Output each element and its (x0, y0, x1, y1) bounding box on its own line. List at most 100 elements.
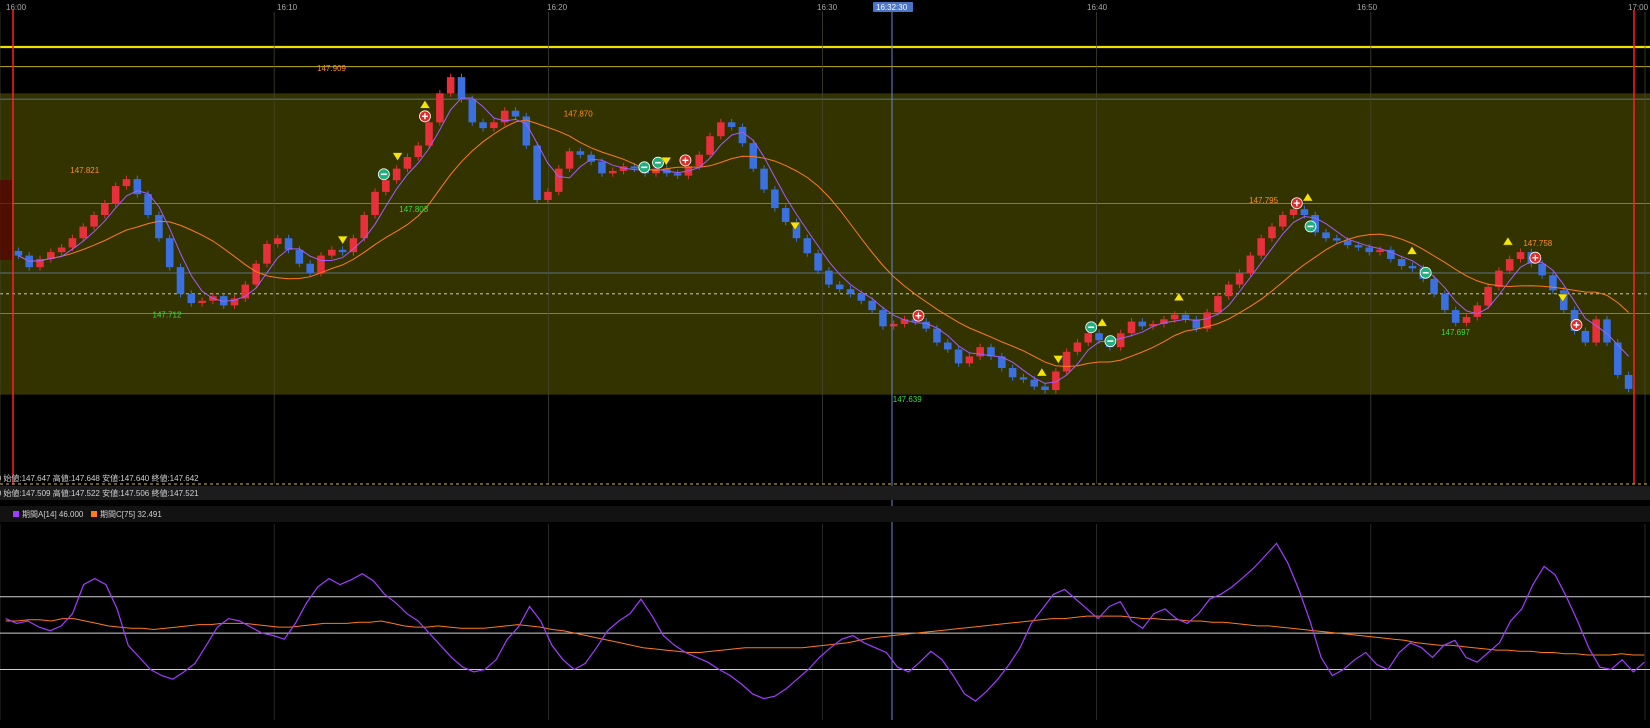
candle-body (1322, 232, 1330, 239)
candle-body (1138, 321, 1147, 327)
time-tick: 16:50 (1357, 3, 1378, 12)
candle-body (1516, 252, 1525, 260)
candle-body (760, 168, 768, 190)
candle-body (284, 238, 293, 250)
candle-body (814, 253, 822, 271)
time-tick: 16:10 (277, 3, 298, 12)
candle-body (533, 145, 541, 200)
candle-body (879, 310, 887, 327)
candle-body (673, 173, 682, 176)
candle-body (1041, 386, 1049, 391)
candle-body (1462, 317, 1471, 323)
candle-body (1084, 333, 1093, 343)
legend-label-a: 期間A[14] 46.000 (22, 510, 84, 519)
candle-body (1430, 278, 1438, 294)
candle-body (392, 168, 401, 181)
candle-body (749, 143, 758, 169)
candle-body (1343, 240, 1352, 246)
candle-body (1397, 259, 1406, 267)
candle-body (738, 126, 747, 144)
candle-body (155, 215, 163, 239)
candle-body (1073, 342, 1082, 352)
candle-body (1624, 374, 1633, 389)
candle-body (317, 255, 325, 273)
candle-body (425, 122, 433, 146)
candle-body (965, 356, 974, 364)
legend-swatch-a (13, 511, 19, 517)
candle-body (954, 349, 963, 364)
candle-body (1592, 319, 1600, 343)
candle-body (608, 170, 617, 174)
candle-body (1008, 368, 1017, 378)
candle-body (846, 289, 855, 294)
candle-body (90, 215, 98, 227)
ohlc-last-bar (0, 486, 1650, 500)
candle-body (511, 110, 520, 117)
candle-body (1127, 321, 1136, 334)
price-label-high: 147.909 (317, 64, 346, 73)
chart-canvas[interactable]: 147.821 147.712 147.909 147.803 147.870 147.6… (0, 0, 1650, 723)
candle-body (1473, 305, 1482, 318)
candle-body (727, 122, 736, 127)
candle-body (122, 179, 131, 187)
candle-body (943, 342, 952, 350)
candle-body (922, 321, 930, 329)
legend-label-c: 期間C[75] 32.491 (100, 510, 162, 519)
candle-body (1581, 330, 1590, 343)
price-label-high: 147.758 (1523, 239, 1552, 248)
candle-body (1062, 351, 1071, 372)
price-label-low: 147.697 (1441, 328, 1470, 337)
candle-body (1235, 272, 1244, 285)
ohlc-last-readout: 16:59:30 始値:147.509 高値:147.522 安値:147.50… (0, 488, 199, 498)
candle-body (803, 238, 812, 254)
candle-body (1268, 226, 1276, 239)
candle-body (717, 122, 725, 137)
cursor-time-label: 16:32:30 (876, 3, 908, 12)
candle-body (446, 77, 455, 94)
candle-body (349, 238, 358, 253)
candle-body (1603, 319, 1611, 343)
candle-body (263, 244, 271, 264)
candle-body (706, 136, 714, 155)
candle-body (1289, 209, 1298, 216)
candle-body (771, 189, 779, 209)
candle-body (101, 203, 109, 216)
candle-body (857, 293, 866, 301)
candle-body (1019, 377, 1028, 380)
candle-body (598, 161, 606, 174)
candle-body (1214, 296, 1222, 313)
candle-body (1365, 247, 1374, 253)
candle-body (306, 263, 314, 273)
candle-body (1495, 270, 1503, 287)
candle-body (252, 263, 260, 285)
time-tick: 16:20 (547, 3, 568, 12)
candle-body (371, 191, 379, 216)
candle-body (576, 151, 585, 155)
candle-body (1408, 266, 1417, 269)
time-tick: 16:40 (1087, 3, 1108, 12)
candle-body (565, 151, 574, 169)
ohlc-cursor-readout: 16:32:30 始値:147.647 高値:147.648 安値:147.64… (0, 473, 199, 483)
candle-body (479, 122, 487, 129)
trend-band (0, 93, 1650, 395)
candle-body (1170, 314, 1179, 320)
candle-body (825, 270, 833, 285)
candle-body (1030, 379, 1039, 387)
candle-body (1333, 238, 1341, 241)
candle-body (187, 293, 196, 304)
price-label-high: 147.870 (564, 109, 593, 118)
price-label-low: 147.639 (893, 395, 922, 404)
candle-body (1300, 209, 1309, 216)
candle-body (933, 328, 941, 343)
left-shade (0, 180, 12, 260)
legend-bar (0, 506, 1650, 522)
candle-body (889, 323, 898, 327)
candle-body (1181, 314, 1190, 320)
candle-body (436, 93, 444, 123)
candle-body (976, 347, 984, 357)
candle-body (338, 249, 347, 253)
candle-body (68, 238, 77, 248)
candle-body (295, 249, 304, 264)
candle-body (630, 166, 639, 169)
candle-body (1505, 259, 1514, 271)
